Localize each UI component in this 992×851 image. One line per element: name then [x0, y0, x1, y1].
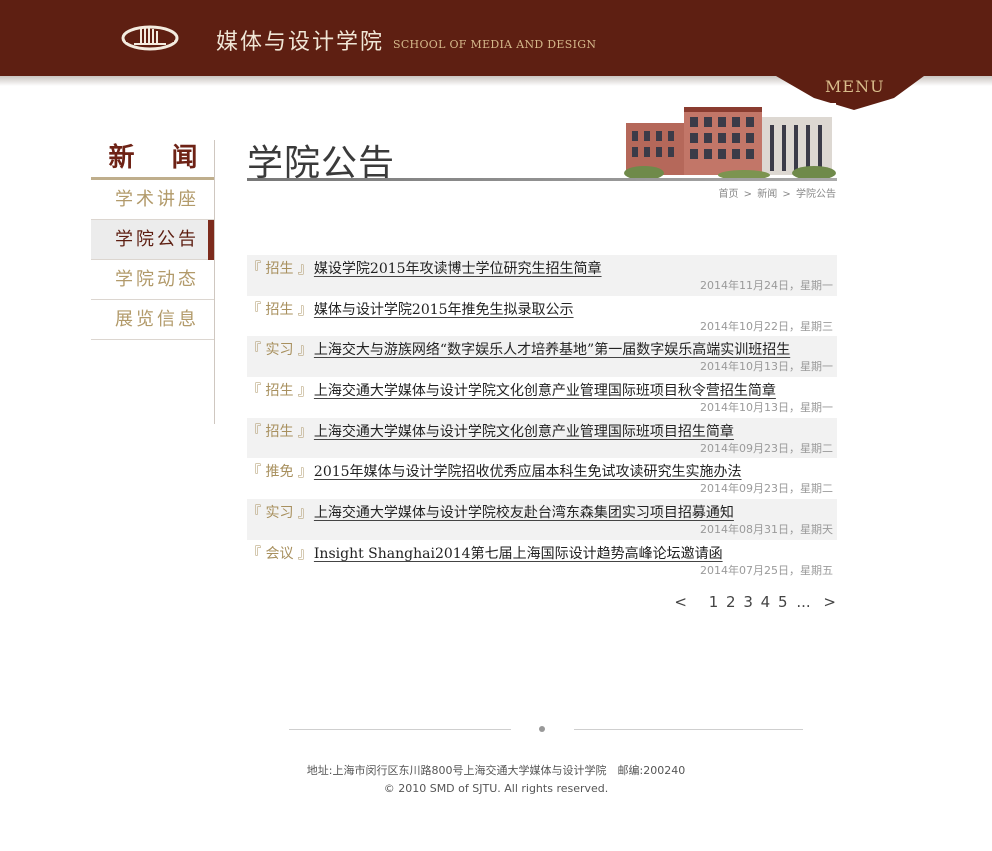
news-title-link[interactable]: 上海交通大学媒体与设计学院校友赴台湾东森集团实习项目招募通知: [314, 505, 734, 521]
breadcrumb: 首页 > 新闻 > 学院公告: [717, 185, 837, 200]
sidebar-item-lectures[interactable]: 学术讲座: [91, 180, 214, 220]
menu-label[interactable]: MENU: [825, 77, 885, 96]
footer-divider-dot: [539, 726, 545, 732]
news-category-tag: 『 招生 』: [247, 301, 312, 318]
news-date: 2014年09月23日，星期二: [700, 441, 833, 455]
list-item: 『 招生 』上海交通大学媒体与设计学院文化创意产业管理国际班项目招生简章 201…: [247, 417, 837, 459]
footer-divider-right: [574, 729, 803, 730]
news-date: 2014年07月25日，星期五: [700, 563, 833, 577]
list-item: 『 实习 』上海交通大学媒体与设计学院校友赴台湾东森集团实习项目招募通知 201…: [247, 499, 837, 540]
breadcrumb-current: 学院公告: [796, 189, 836, 200]
news-title-link[interactable]: Insight Shanghai2014第七届上海国际设计趋势高峰论坛邀请函: [314, 546, 723, 562]
page-link-3[interactable]: 3: [743, 593, 753, 611]
footer-copyright: © 2010 SMD of SJTU. All rights reserved.: [383, 782, 609, 795]
school-name-en[interactable]: SCHOOL OF MEDIA AND DESIGN: [393, 38, 596, 51]
list-item: 『 推免 』 2015年媒体与设计学院招收优秀应届本科生免试攻读研究生实施办法 2…: [247, 458, 837, 499]
news-title-link[interactable]: 上海交通大学媒体与设计学院文化创意产业管理国际班项目秋令营招生简章: [314, 383, 776, 399]
news-date: 2014年11月24日，星期一: [700, 279, 833, 292]
list-item: 『 招生 』媒体与设计学院2015年推免生拟录取公示 2014年10月22日，星…: [247, 296, 837, 337]
next-page-button[interactable]: >: [823, 593, 836, 611]
list-item: 『 实习 』上海交大与游族网络“数字娱乐人才培养基地”第一届数字娱乐高端实训班招…: [247, 336, 837, 378]
sidebar-item-news[interactable]: 学院动态: [91, 260, 214, 300]
page-link-1[interactable]: 1: [709, 593, 719, 611]
news-category-tag: 『 实习 』: [247, 342, 312, 359]
news-title-link[interactable]: 媒体与设计学院2015年推免生拟录取公示: [314, 302, 574, 318]
news-category-tag: 『 实习 』: [247, 505, 312, 522]
news-date: 2014年09月23日，星期二: [700, 482, 833, 496]
page-ellipsis: ...: [796, 593, 811, 611]
news-date: 2014年10月22日，星期三: [700, 319, 833, 333]
footer-address: 地址:上海市闵行区东川路800号上海交通大学媒体与设计学院 邮编:200240: [306, 764, 686, 777]
site-header: 媒体与设计学院 SCHOOL OF MEDIA AND DESIGN: [0, 0, 992, 76]
campus-building-image: [624, 103, 836, 180]
news-category-tag: 『 会议 』: [247, 545, 312, 562]
news-title-link[interactable]: 媒设学院2015年攻读博士学位研究生招生简章: [314, 261, 602, 277]
news-title-link[interactable]: 上海交通大学媒体与设计学院文化创意产业管理国际班项目招生简章: [314, 424, 734, 440]
breadcrumb-home[interactable]: 首页: [718, 189, 738, 200]
prev-page-button[interactable]: <: [674, 593, 687, 611]
school-name-cn[interactable]: 媒体与设计学院: [216, 24, 384, 56]
news-title-link[interactable]: 2015年媒体与设计学院招收优秀应届本科生免试攻读研究生实施办法: [314, 464, 742, 480]
news-date: 2014年10月13日，星期一: [700, 360, 833, 374]
pagination: < 1 2 3 4 5 ... >: [671, 593, 836, 611]
news-list: 『 招生 』媒设学院2015年攻读博士学位研究生招生简章 2014年11月24日…: [247, 255, 837, 581]
building-logo-icon[interactable]: [120, 22, 180, 54]
news-category-tag: 『 推免 』: [247, 464, 312, 481]
page-link-5[interactable]: 5: [778, 593, 788, 611]
sidebar: 新 闻 学术讲座 学院公告 学院动态 展览信息: [91, 140, 215, 340]
news-date: 2014年08月31日，星期天: [700, 523, 833, 537]
page-link-4[interactable]: 4: [761, 593, 771, 611]
breadcrumb-separator: >: [743, 189, 753, 200]
news-title-link[interactable]: 上海交大与游族网络“数字娱乐人才培养基地”第一届数字娱乐高端实训班招生: [314, 342, 790, 358]
sidebar-item-announcements[interactable]: 学院公告: [91, 220, 214, 260]
title-underline: [247, 178, 837, 181]
sidebar-item-exhibitions[interactable]: 展览信息: [91, 300, 214, 340]
list-item: 『 会议 』 Insight Shanghai2014第七届上海国际设计趋势高峰论…: [247, 540, 837, 581]
news-category-tag: 『 招生 』: [247, 383, 312, 400]
news-category-tag: 『 招生 』: [247, 261, 312, 277]
page-link-2[interactable]: 2: [726, 593, 736, 611]
list-item: 『 招生 』上海交通大学媒体与设计学院文化创意产业管理国际班项目秋令营招生简章 …: [247, 377, 837, 418]
breadcrumb-separator: >: [782, 189, 791, 200]
sidebar-title: 新 闻: [91, 140, 215, 180]
news-date: 2014年10月13日，星期一: [700, 401, 833, 415]
breadcrumb-news[interactable]: 新闻: [757, 189, 777, 200]
list-item: 『 招生 』媒设学院2015年攻读博士学位研究生招生简章 2014年11月24日…: [247, 255, 837, 296]
sidebar-divider: [214, 140, 215, 424]
footer-divider-left: [289, 729, 511, 730]
news-category-tag: 『 招生 』: [247, 423, 312, 440]
